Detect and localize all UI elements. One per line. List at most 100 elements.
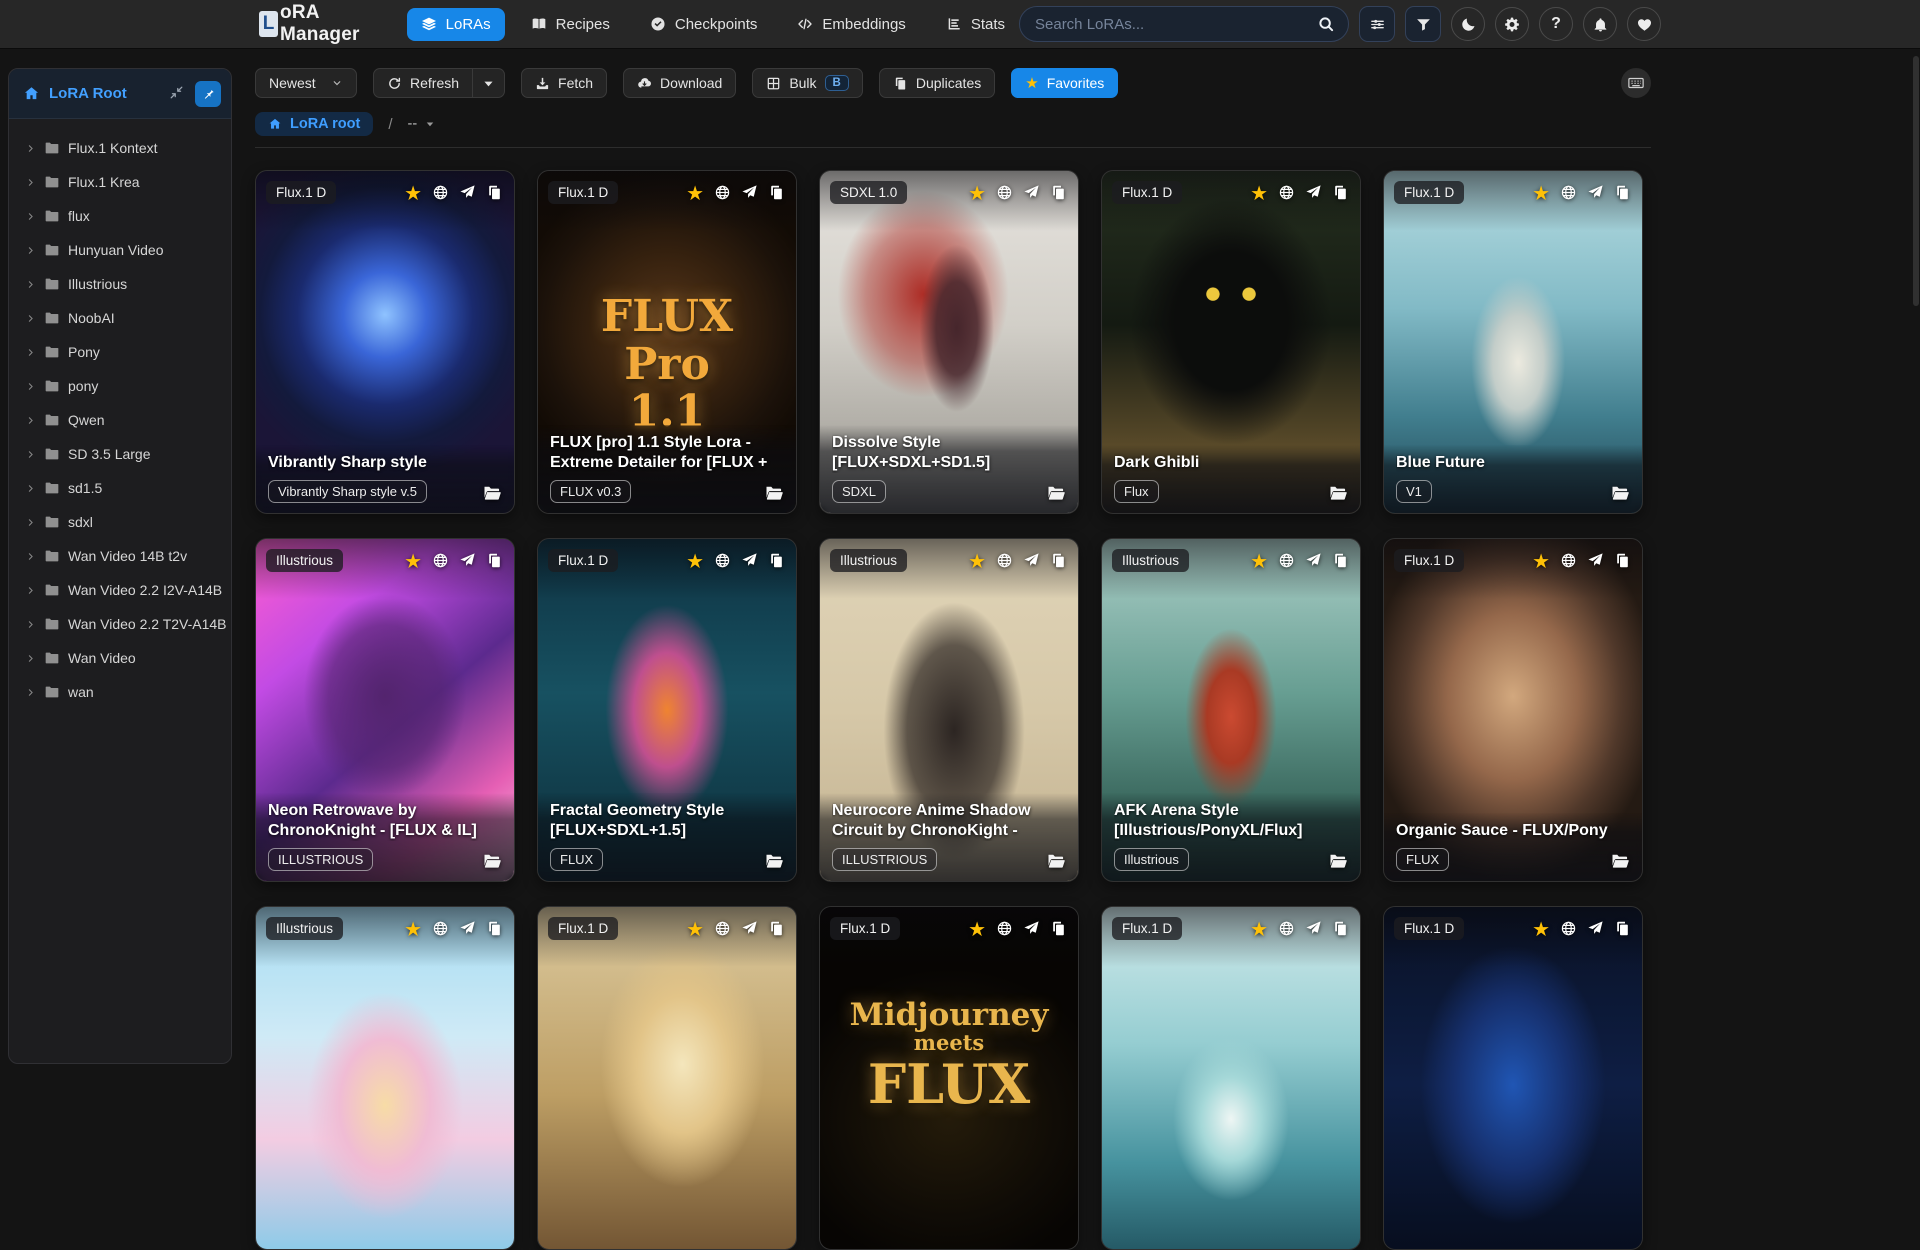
- copy-icon[interactable]: [486, 552, 503, 574]
- globe-icon[interactable]: [714, 184, 731, 206]
- page-scrollbar[interactable]: [1913, 52, 1919, 1080]
- tree-item-sd1-5[interactable]: sd1.5: [16, 471, 224, 505]
- nav-item-stats[interactable]: Stats: [932, 8, 1019, 41]
- favorite-star-icon[interactable]: ★: [1250, 552, 1268, 572]
- tree-item-wan-video-2-2-t2v-a14b[interactable]: Wan Video 2.2 T2V-A14B: [16, 607, 227, 641]
- send-icon[interactable]: [1587, 920, 1604, 942]
- send-icon[interactable]: [1305, 184, 1322, 206]
- search-input[interactable]: [1033, 14, 1309, 34]
- lora-card[interactable]: Illustrious ★ AFK Arena Style [Illustrious…: [1101, 538, 1361, 882]
- globe-icon[interactable]: [1278, 552, 1295, 574]
- lora-card[interactable]: Illustrious ★ Neon Retrowave by ChronoKnig…: [255, 538, 515, 882]
- favorite-star-icon[interactable]: ★: [1532, 920, 1550, 940]
- globe-icon[interactable]: [1278, 184, 1295, 206]
- lora-card[interactable]: FLUX Pro 1.1 Flux.1 D ★ FLUX [pro] 1.1 Style …: [537, 170, 797, 514]
- filter-button[interactable]: [1405, 6, 1441, 42]
- send-icon[interactable]: [1587, 184, 1604, 206]
- globe-icon[interactable]: [1560, 184, 1577, 206]
- send-icon[interactable]: [459, 920, 476, 942]
- favorite-star-icon[interactable]: ★: [686, 920, 704, 940]
- copy-icon[interactable]: [1332, 552, 1349, 574]
- tree-item-noobai[interactable]: NoobAI: [16, 301, 224, 335]
- tree-item-pony[interactable]: pony: [16, 369, 224, 403]
- tree-item-sdxl[interactable]: sdxl: [16, 505, 224, 539]
- favorite-star-icon[interactable]: ★: [1532, 552, 1550, 572]
- lora-card[interactable]: Flux.1 D ★ Vibrantly Sharp style Vibrantly …: [255, 170, 515, 514]
- sort-select[interactable]: Newest: [255, 68, 357, 98]
- tree-item-flux[interactable]: flux: [16, 199, 224, 233]
- lora-card[interactable]: Flux.1 D ★ Organic Sauce - FLUX/Pony FLUX: [1383, 538, 1643, 882]
- sidebar-root-label[interactable]: LoRA Root: [49, 85, 158, 102]
- globe-icon[interactable]: [432, 552, 449, 574]
- nav-item-embeddings[interactable]: Embeddings: [783, 8, 919, 41]
- open-folder-icon[interactable]: [482, 851, 502, 871]
- globe-icon[interactable]: [996, 184, 1013, 206]
- app-logo[interactable]: L oRA Manager: [259, 2, 371, 46]
- favorite-star-icon[interactable]: ★: [1250, 920, 1268, 940]
- duplicates-button[interactable]: Duplicates: [878, 68, 996, 98]
- refresh-button[interactable]: Refresh: [373, 68, 474, 98]
- tree-item-wan-video-14b-t2v[interactable]: Wan Video 14B t2v: [16, 539, 224, 573]
- lora-card[interactable]: Flux.1 D ★ Dark Ghibli Flux: [1101, 170, 1361, 514]
- bulk-button[interactable]: Bulk B: [752, 68, 863, 98]
- send-icon[interactable]: [741, 184, 758, 206]
- filter-sliders-button[interactable]: [1359, 6, 1395, 42]
- copy-icon[interactable]: [1050, 920, 1067, 942]
- nav-item-loras[interactable]: LoRAs: [406, 7, 505, 41]
- pin-sidebar-button[interactable]: [195, 80, 221, 107]
- copy-icon[interactable]: [1050, 184, 1067, 206]
- tree-item-qwen[interactable]: Qwen: [16, 403, 224, 437]
- open-folder-icon[interactable]: [1046, 483, 1066, 503]
- send-icon[interactable]: [741, 920, 758, 942]
- breadcrumb-folder-select[interactable]: --: [408, 116, 437, 132]
- tree-item-flux-1-kontext[interactable]: Flux.1 Kontext: [16, 131, 224, 165]
- copy-icon[interactable]: [1614, 920, 1631, 942]
- copy-icon[interactable]: [768, 552, 785, 574]
- favorite-star-icon[interactable]: ★: [404, 920, 422, 940]
- open-folder-icon[interactable]: [1328, 851, 1348, 871]
- copy-icon[interactable]: [768, 920, 785, 942]
- send-icon[interactable]: [741, 552, 758, 574]
- lora-card[interactable]: Flux.1 D ★ Fractal Geometry Style [FLUX+SD…: [537, 538, 797, 882]
- open-folder-icon[interactable]: [1328, 483, 1348, 503]
- open-folder-icon[interactable]: [1046, 851, 1066, 871]
- keyboard-shortcuts-button[interactable]: [1621, 68, 1651, 98]
- tree-item-illustrious[interactable]: Illustrious: [16, 267, 224, 301]
- favorite-star-icon[interactable]: ★: [404, 552, 422, 572]
- globe-icon[interactable]: [432, 920, 449, 942]
- lora-card[interactable]: SDXL 1.0 ★ Dissolve Style [FLUX+SDXL+SD1.5…: [819, 170, 1079, 514]
- globe-icon[interactable]: [432, 184, 449, 206]
- globe-icon[interactable]: [1560, 920, 1577, 942]
- copy-icon[interactable]: [1332, 920, 1349, 942]
- lora-card[interactable]: Flux.1 D ★: [537, 906, 797, 1250]
- favorite-star-icon[interactable]: ★: [968, 552, 986, 572]
- refresh-options-button[interactable]: [473, 68, 506, 98]
- favorite-star-icon[interactable]: ★: [1532, 184, 1550, 204]
- lora-card[interactable]: Flux.1 D ★: [1383, 906, 1643, 1250]
- favorite-star-icon[interactable]: ★: [968, 920, 986, 940]
- search-icon[interactable]: [1317, 15, 1335, 33]
- send-icon[interactable]: [1023, 184, 1040, 206]
- open-folder-icon[interactable]: [1610, 851, 1630, 871]
- favorite-star-icon[interactable]: ★: [1250, 184, 1268, 204]
- notifications-button[interactable]: [1583, 7, 1617, 41]
- lora-card[interactable]: Illustrious ★: [255, 906, 515, 1250]
- send-icon[interactable]: [1023, 552, 1040, 574]
- send-icon[interactable]: [1587, 552, 1604, 574]
- globe-icon[interactable]: [996, 920, 1013, 942]
- open-folder-icon[interactable]: [764, 851, 784, 871]
- collapse-tree-button[interactable]: [167, 83, 186, 105]
- tree-item-pony[interactable]: Pony: [16, 335, 224, 369]
- fetch-button[interactable]: Fetch: [521, 68, 608, 98]
- copy-icon[interactable]: [768, 184, 785, 206]
- nav-item-recipes[interactable]: Recipes: [517, 8, 624, 41]
- tree-item-hunyuan-video[interactable]: Hunyuan Video: [16, 233, 224, 267]
- globe-icon[interactable]: [996, 552, 1013, 574]
- send-icon[interactable]: [1023, 920, 1040, 942]
- open-folder-icon[interactable]: [482, 483, 502, 503]
- lora-card[interactable]: Flux.1 D ★: [1101, 906, 1361, 1250]
- copy-icon[interactable]: [1332, 184, 1349, 206]
- favorite-star-icon[interactable]: ★: [686, 552, 704, 572]
- dark-mode-button[interactable]: [1451, 7, 1485, 41]
- breadcrumb-root[interactable]: LoRA root: [255, 112, 374, 136]
